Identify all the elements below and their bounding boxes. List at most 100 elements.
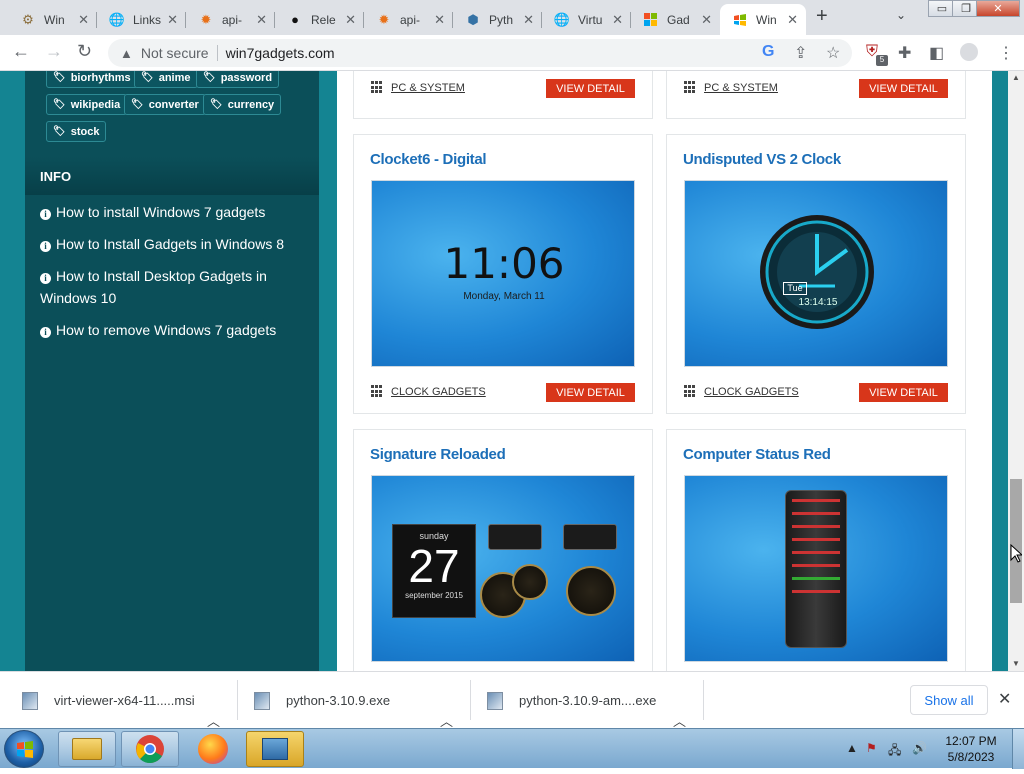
- tag-password[interactable]: 🏷 password: [196, 71, 280, 88]
- tab-2[interactable]: 🌐 Links ✕: [97, 4, 186, 35]
- new-tab-button[interactable]: +: [816, 5, 828, 28]
- action-center-flag-icon[interactable]: ⚑: [866, 741, 877, 755]
- tab-7[interactable]: 🌐 Virtu ✕: [542, 4, 631, 35]
- info-header: INFO: [25, 157, 319, 195]
- tag-biorhythms[interactable]: 🏷 biorhythms: [46, 71, 138, 88]
- gadget-title[interactable]: Computer Status Red: [683, 446, 831, 463]
- back-arrow-icon[interactable]: ←: [12, 41, 30, 62]
- scroll-up-arrow-icon[interactable]: ▲: [1012, 73, 1020, 82]
- url-text[interactable]: win7gadgets.com: [226, 45, 335, 61]
- clock-day: Tue: [783, 282, 807, 295]
- scrollbar-thumb[interactable]: [1010, 479, 1022, 603]
- tab-1[interactable]: ⚙ Win ✕: [8, 4, 97, 35]
- system-clock[interactable]: 12:07 PM 5/8/2023: [936, 733, 1006, 765]
- side-panel-icon[interactable]: ◧: [929, 43, 944, 63]
- close-icon[interactable]: ✕: [167, 12, 178, 28]
- view-detail-button[interactable]: VIEW DETAIL: [546, 383, 635, 402]
- download-item[interactable]: python-3.10.9-am....exe: [487, 672, 656, 729]
- gadget-thumbnail[interactable]: sunday 27 september 2015: [371, 475, 635, 662]
- tab-label: Virtu: [578, 12, 603, 27]
- download-item[interactable]: virt-viewer-x64-11.....msi: [22, 672, 195, 729]
- view-detail-button[interactable]: VIEW DETAIL: [546, 79, 635, 98]
- close-icon[interactable]: ✕: [256, 12, 267, 28]
- gadget-thumbnail[interactable]: 11:06 Monday, March 11: [371, 180, 635, 367]
- page-scrollbar[interactable]: ▲ ▼: [1008, 71, 1024, 671]
- status-meter-image: [785, 490, 847, 648]
- category-link[interactable]: PC & SYSTEM: [371, 81, 465, 94]
- gadget-title[interactable]: Clocket6 - Digital: [370, 151, 487, 168]
- tray-overflow-icon[interactable]: ▲: [846, 741, 858, 755]
- star-icon[interactable]: ☆: [826, 43, 840, 63]
- view-detail-button[interactable]: VIEW DETAIL: [859, 383, 948, 402]
- info-link-remove-win7[interactable]: i How to remove Windows 7 gadgets: [40, 319, 310, 341]
- volume-icon[interactable]: 🔊: [912, 741, 927, 755]
- share-icon[interactable]: ⇪: [794, 43, 807, 63]
- forward-arrow-icon[interactable]: →: [45, 41, 63, 62]
- msi-file-icon: [22, 691, 38, 710]
- gadget-title[interactable]: Undisputed VS 2 Clock: [683, 151, 841, 168]
- close-icon[interactable]: ✕: [345, 12, 356, 28]
- info-link-install-win10[interactable]: i How to Install Desktop Gadgets in Windo…: [40, 265, 310, 309]
- scroll-down-arrow-icon[interactable]: ▼: [1012, 659, 1020, 668]
- tab-3[interactable]: ✹ api- ✕: [186, 4, 275, 35]
- tab-4[interactable]: ● Rele ✕: [275, 4, 364, 35]
- info-link-install-win8[interactable]: i How to Install Gadgets in Windows 8: [40, 233, 310, 255]
- tab-8[interactable]: Gad ✕: [631, 4, 720, 35]
- view-detail-button[interactable]: VIEW DETAIL: [859, 79, 948, 98]
- address-bar[interactable]: ▲ Not secure win7gadgets.com: [108, 39, 852, 67]
- grid-icon: [684, 385, 697, 398]
- info-link-label: How to remove Windows 7 gadgets: [56, 322, 277, 338]
- close-window-button[interactable]: ✕: [976, 0, 1020, 17]
- tag-icon: 🏷: [53, 72, 66, 83]
- info-link-install-win7[interactable]: i How to install Windows 7 gadgets: [40, 201, 310, 223]
- category-link[interactable]: PC & SYSTEM: [684, 81, 778, 94]
- close-icon[interactable]: ✕: [523, 12, 534, 28]
- network-icon[interactable]: 🖧: [888, 741, 901, 762]
- tag-converter[interactable]: 🏷 converter: [124, 94, 206, 115]
- tab-label: api-: [222, 12, 243, 27]
- warning-triangle-icon[interactable]: ▲: [120, 46, 133, 61]
- tab-9-active[interactable]: Win ✕: [720, 4, 806, 35]
- tag-currency[interactable]: 🏷 currency: [203, 94, 282, 115]
- close-icon[interactable]: ✕: [78, 12, 89, 28]
- download-name: virt-viewer-x64-11.....msi: [54, 693, 195, 708]
- category-link[interactable]: CLOCK GADGETS: [684, 385, 799, 398]
- tag-label: wikipedia: [70, 98, 121, 111]
- taskbar-chrome[interactable]: [121, 731, 179, 767]
- category-label: CLOCK GADGETS: [391, 385, 486, 398]
- downloads-bar: virt-viewer-x64-11.....msi ︿ python-3.10…: [0, 671, 1024, 729]
- tag-wikipedia[interactable]: 🏷 wikipedia: [46, 94, 128, 115]
- tag-anime[interactable]: 🏷 anime: [134, 71, 198, 88]
- tab-6[interactable]: ⬢ Pyth ✕: [453, 4, 542, 35]
- chrome-icon: [136, 735, 164, 764]
- gadget-thumbnail[interactable]: [684, 475, 948, 662]
- gadget-title[interactable]: Signature Reloaded: [370, 446, 506, 463]
- kebab-menu-icon[interactable]: ⋮: [998, 43, 1014, 63]
- chevron-down-icon[interactable]: ⌄: [896, 8, 906, 22]
- tag-icon: 🏷: [141, 72, 154, 83]
- gadget-thumbnail[interactable]: Tue 13:14:15: [684, 180, 948, 367]
- reload-icon[interactable]: ↻: [77, 41, 92, 62]
- google-icon[interactable]: G: [762, 43, 774, 61]
- taskbar-remote-viewer[interactable]: [246, 731, 304, 767]
- info-icon: i: [40, 327, 51, 338]
- close-icon[interactable]: ✕: [787, 12, 798, 28]
- category-link[interactable]: CLOCK GADGETS: [371, 385, 486, 398]
- gear-colored-icon: ⚙: [22, 11, 34, 27]
- tag-stock[interactable]: 🏷 stock: [46, 121, 107, 142]
- close-icon[interactable]: ✕: [612, 12, 623, 28]
- info-icon: i: [40, 273, 51, 284]
- puzzle-icon[interactable]: ✚: [898, 43, 911, 63]
- close-icon[interactable]: ✕: [701, 12, 712, 28]
- profile-avatar-icon[interactable]: [960, 43, 978, 61]
- start-button[interactable]: [4, 730, 44, 768]
- show-all-button[interactable]: Show all: [910, 685, 988, 715]
- close-icon[interactable]: ✕: [998, 689, 1011, 709]
- taskbar-explorer[interactable]: [58, 731, 116, 767]
- security-label[interactable]: Not secure: [141, 45, 209, 61]
- taskbar-firefox[interactable]: [184, 731, 242, 767]
- tab-5[interactable]: ✹ api- ✕: [364, 4, 453, 35]
- show-desktop-button[interactable]: [1012, 729, 1024, 769]
- close-icon[interactable]: ✕: [434, 12, 445, 28]
- download-item[interactable]: python-3.10.9.exe: [254, 672, 390, 729]
